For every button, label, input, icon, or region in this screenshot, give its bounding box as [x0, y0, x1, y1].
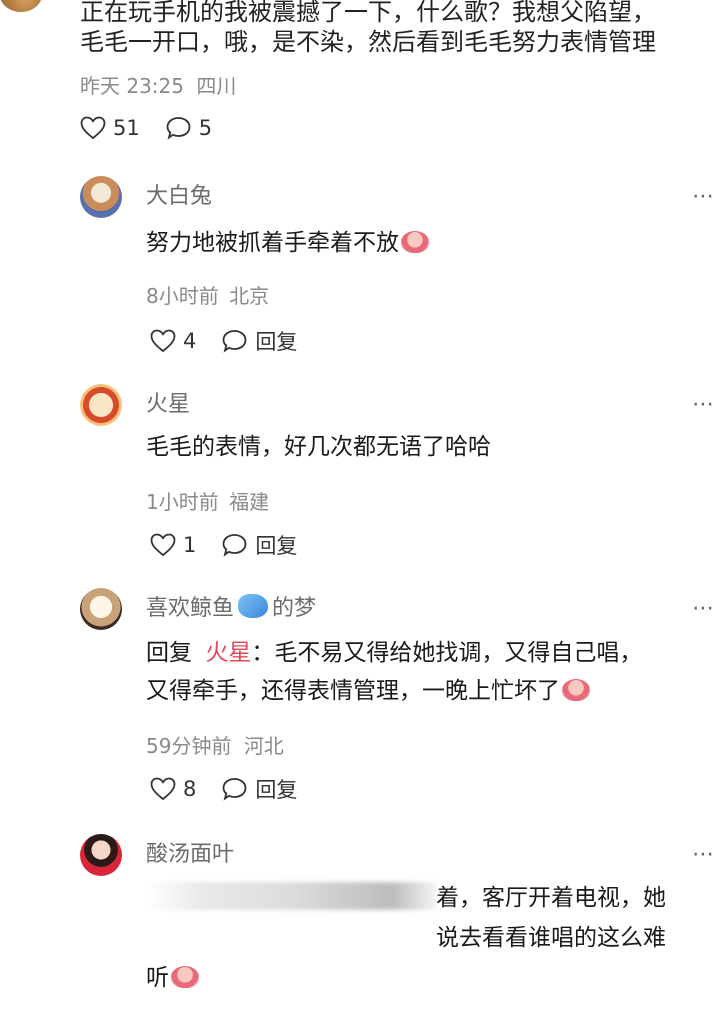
- reply-text-content: 听: [146, 965, 169, 991]
- more-dots-icon[interactable]: ⋯: [692, 184, 716, 209]
- comment-actions: 51 5: [80, 116, 238, 140]
- reply-actions: 1 回复: [150, 530, 323, 560]
- reply-time: 8小时前: [146, 284, 219, 308]
- like-button[interactable]: 1: [150, 533, 196, 557]
- reply-text-line: 听: [146, 958, 720, 998]
- username[interactable]: 酸汤面叶: [146, 836, 234, 868]
- reply-location: 北京: [229, 284, 270, 308]
- avatar[interactable]: [80, 384, 122, 426]
- reply-text-content: 努力地被抓着手牵着不放: [146, 230, 399, 256]
- crying-emoji-icon: [401, 231, 429, 253]
- like-count: 51: [113, 116, 140, 140]
- like-count: 8: [183, 777, 197, 801]
- like-button[interactable]: 51: [80, 116, 140, 140]
- reply-meta: 1小时前 福建: [146, 486, 269, 515]
- username[interactable]: 喜欢鲸鱼 的梦: [146, 590, 316, 622]
- speech-bubble-icon: [222, 534, 247, 557]
- comment-text-line: 毛毛一开口，哦，是不染，然后看到毛毛努力表情管理: [80, 28, 656, 56]
- reply-location: 河北: [243, 734, 284, 758]
- reply-label: 回复: [255, 330, 298, 354]
- speech-bubble-icon: [222, 330, 247, 353]
- avatar[interactable]: [0, 0, 42, 12]
- reply-button[interactable]: 5: [166, 116, 212, 140]
- reply-text: 努力地被抓着手牵着不放: [146, 224, 429, 262]
- reply-text-content: 说去看看谁唱的这么难: [436, 925, 666, 951]
- reply-text-line: 着，客厅开着电视，她: [146, 878, 720, 918]
- reply-text-line: 回复 火星：毛不易又得给她找调，又得自己唱，: [146, 634, 720, 672]
- heart-outline-icon: [150, 777, 176, 801]
- reply-meta: 59分钟前 河北: [146, 730, 284, 759]
- like-count: 1: [183, 533, 197, 557]
- reply-item: 喜欢鲸鱼 的梦 ⋯ 回复 火星：毛不易又得给她找调，又得自己唱， 又得牵手，还得…: [80, 588, 720, 818]
- reply-button[interactable]: 回复: [222, 326, 297, 356]
- reply-time: 1小时前: [146, 490, 219, 514]
- comment-meta: 昨天 23:25 四川: [80, 70, 236, 99]
- reply-button[interactable]: 回复: [222, 530, 297, 560]
- more-dots-icon[interactable]: ⋯: [692, 596, 716, 621]
- speech-bubble-icon: [166, 117, 191, 140]
- reply-button[interactable]: 回复: [222, 774, 297, 804]
- crying-emoji-icon: [562, 679, 590, 701]
- comment-time: 昨天 23:25: [80, 74, 184, 98]
- avatar[interactable]: [80, 588, 122, 630]
- like-button[interactable]: 8: [150, 777, 196, 801]
- reply-item: 大白兔 ⋯ 努力地被抓着手牵着不放 8小时前 北京 4 回复: [80, 176, 720, 366]
- avatar[interactable]: [80, 834, 122, 876]
- reply-label: 回复: [255, 778, 298, 802]
- heart-outline-icon: [80, 116, 106, 140]
- reply-text-line: 又得牵手，还得表情管理，一晚上忙坏了: [146, 672, 720, 710]
- comment-location: 四川: [196, 74, 237, 98]
- username[interactable]: 火星: [146, 386, 190, 418]
- reply-text-content: ：毛不易又得给她找调，又得自己唱，: [251, 640, 643, 666]
- more-dots-icon[interactable]: ⋯: [692, 392, 716, 417]
- like-count: 4: [183, 329, 197, 353]
- avatar[interactable]: [80, 176, 122, 218]
- reply-text-content: 着，客厅开着电视，她: [436, 885, 666, 911]
- reply-actions: 4 回复: [150, 326, 323, 356]
- reply-label: 回复: [255, 534, 298, 558]
- reply-count: 5: [198, 116, 213, 140]
- speech-bubble-icon: [222, 778, 247, 801]
- heart-outline-icon: [150, 533, 176, 557]
- reply-item: 火星 ⋯ 毛毛的表情，好几次都无语了哈哈 1小时前 福建 1 回复: [80, 384, 720, 574]
- blurred-text: [146, 882, 436, 910]
- username-part: 的梦: [272, 596, 317, 621]
- top-comment: 正在玩手机的我被震撼了一下，什么歌？我想父陷望， 毛毛一开口，哦，是不染，然后看…: [0, 0, 720, 170]
- reply-meta: 8小时前 北京: [146, 280, 269, 309]
- heart-outline-icon: [150, 329, 176, 353]
- whale-emoji-icon: [238, 594, 269, 618]
- username-part: 喜欢鲸鱼: [146, 596, 235, 621]
- crying-emoji-icon: [171, 966, 199, 988]
- reply-text: 毛毛的表情，好几次都无语了哈哈: [146, 428, 491, 466]
- reply-text-content: 又得牵手，还得表情管理，一晚上忙坏了: [146, 678, 560, 704]
- reply-location: 福建: [229, 490, 270, 514]
- mention-link[interactable]: 火星: [205, 640, 251, 666]
- reply-item: 酸汤面叶 ⋯ 着，客厅开着电视，她 说去看看谁唱的这么难 听: [80, 834, 720, 1013]
- reply-text-content: 毛毛的表情，好几次都无语了哈哈: [146, 434, 491, 460]
- reply-text-line: 说去看看谁唱的这么难: [146, 918, 720, 958]
- reply-text: 着，客厅开着电视，她 说去看看谁唱的这么难 听: [146, 878, 720, 998]
- more-dots-icon[interactable]: ⋯: [692, 842, 716, 867]
- reply-time: 59分钟前: [146, 734, 232, 758]
- reply-prefix: 回复: [146, 640, 192, 666]
- reply-actions: 8 回复: [150, 774, 323, 804]
- username[interactable]: 大白兔: [146, 178, 212, 210]
- reply-text: 回复 火星：毛不易又得给她找调，又得自己唱， 又得牵手，还得表情管理，一晚上忙坏…: [146, 634, 720, 710]
- like-button[interactable]: 4: [150, 329, 196, 353]
